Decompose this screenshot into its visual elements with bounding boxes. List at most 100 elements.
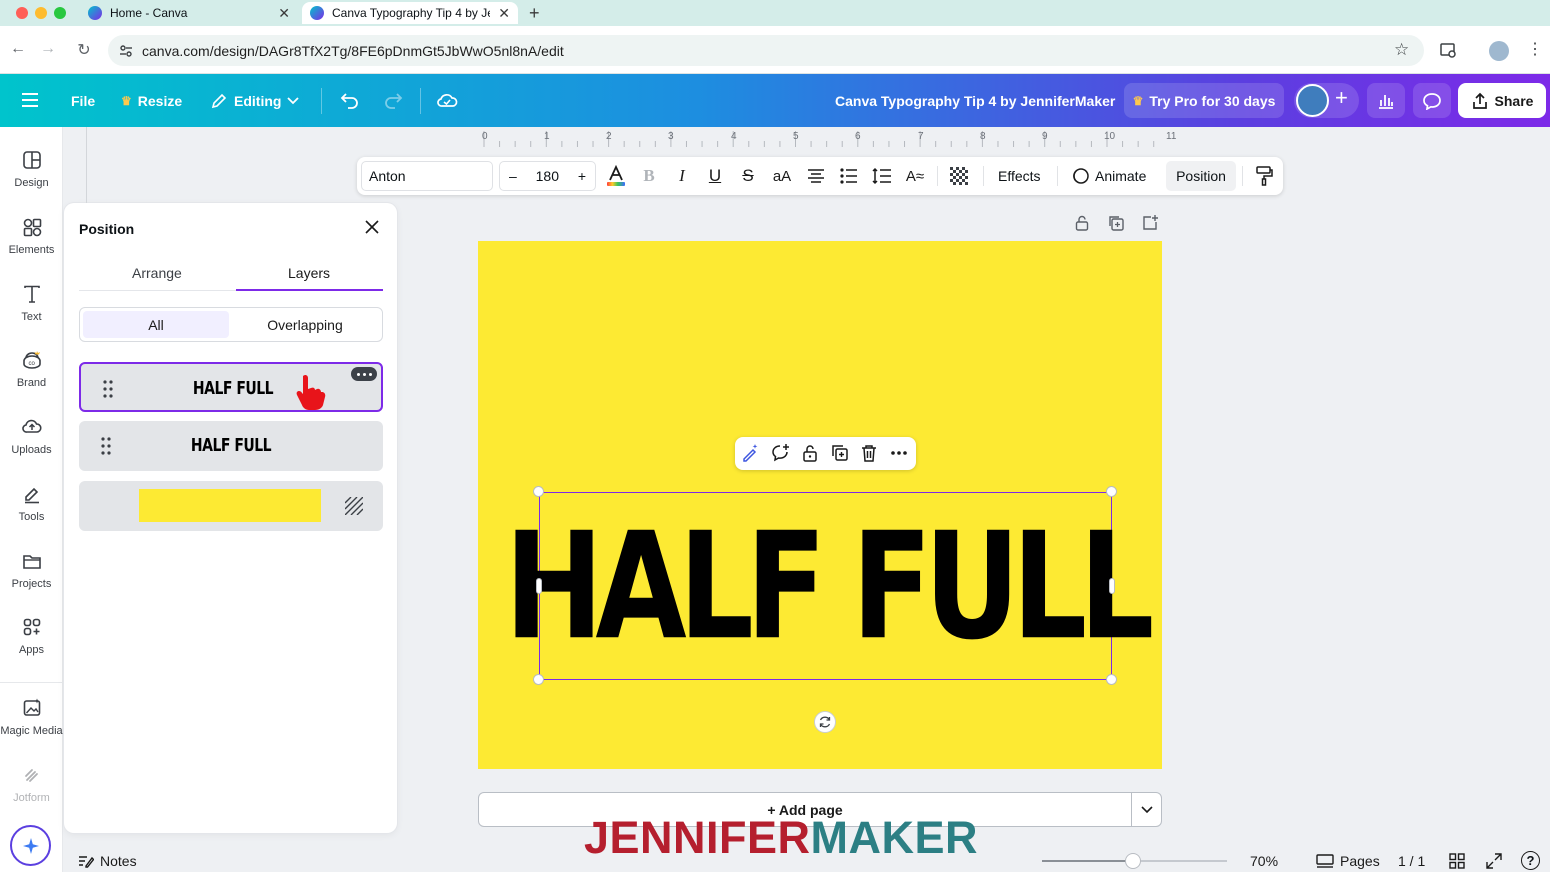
duplicate-icon[interactable]	[830, 443, 850, 463]
close-window-button[interactable]	[16, 7, 28, 19]
filter-all-button[interactable]: All	[83, 311, 229, 338]
bold-icon[interactable]: B	[638, 165, 660, 187]
add-comment-icon[interactable]	[770, 443, 790, 463]
profile-avatar[interactable]	[1489, 41, 1509, 61]
collaborators-group[interactable]: +	[1294, 83, 1359, 118]
zoom-level[interactable]: 70%	[1250, 853, 1278, 869]
selected-text-element[interactable]: HALF FULL	[505, 492, 1154, 680]
lock-page-icon[interactable]	[1073, 214, 1091, 232]
browser-tab-design[interactable]: Canva Typography Tip 4 by Je ✕	[302, 2, 518, 24]
rail-item-uploads[interactable]: Uploads	[0, 416, 63, 456]
grid-view-icon[interactable]	[1449, 853, 1465, 869]
layer-item[interactable]: HALF FULL	[79, 421, 383, 471]
rail-item-projects[interactable]: Projects	[0, 550, 63, 590]
resize-handle-left[interactable]	[536, 578, 542, 594]
more-options-icon[interactable]	[889, 443, 909, 463]
font-size-value[interactable]: 180	[536, 168, 559, 184]
resize-handle-top-left[interactable]	[533, 486, 544, 497]
share-button[interactable]: Share	[1458, 83, 1546, 118]
resize-handle-right[interactable]	[1109, 578, 1115, 594]
minimize-window-button[interactable]	[35, 7, 47, 19]
position-button[interactable]: Position	[1166, 161, 1236, 191]
font-size-increase-button[interactable]: +	[578, 168, 586, 184]
effects-button[interactable]: Effects	[998, 157, 1041, 195]
zoom-slider[interactable]	[1042, 853, 1227, 869]
rotate-handle[interactable]	[814, 711, 836, 733]
help-button[interactable]: ?	[1521, 851, 1540, 870]
list-icon[interactable]	[838, 165, 860, 187]
tab-search-icon[interactable]	[1440, 43, 1458, 59]
layer-item-selected[interactable]: HALF FULL	[79, 362, 383, 412]
comments-button[interactable]	[1413, 83, 1451, 118]
magic-edit-icon[interactable]	[740, 443, 760, 463]
url-bar[interactable]: canva.com/design/DAGr8TfX2Tg/8FE6pDnmGt5…	[108, 35, 1424, 66]
italic-icon[interactable]: I	[671, 165, 693, 187]
reload-icon[interactable]: ↻	[74, 40, 94, 60]
design-title[interactable]: Canva Typography Tip 4 by JenniferMaker	[835, 74, 1115, 127]
add-page-options-button[interactable]	[1131, 792, 1162, 827]
notes-button[interactable]: Notes	[78, 853, 137, 869]
tab-arrange[interactable]: Arrange	[132, 265, 182, 281]
rail-item-apps[interactable]: Apps	[0, 616, 63, 656]
trash-icon[interactable]	[859, 443, 879, 463]
headline-text[interactable]: HALF FULL	[505, 470, 1155, 703]
site-settings-icon[interactable]	[118, 43, 134, 59]
insights-button[interactable]	[1367, 83, 1405, 118]
pages-button[interactable]: Pages	[1316, 853, 1380, 869]
user-avatar[interactable]	[1296, 84, 1329, 117]
add-collaborator-icon[interactable]: +	[1335, 87, 1348, 109]
main-menu-icon[interactable]	[22, 93, 38, 107]
rail-item-magic-media[interactable]: Magic Media	[0, 697, 63, 737]
rail-item-tools[interactable]: Tools	[0, 483, 63, 523]
animate-button[interactable]: Animate	[1071, 157, 1146, 195]
layer-item-background[interactable]	[79, 481, 383, 531]
layer-more-options-icon[interactable]	[351, 367, 377, 381]
file-menu-button[interactable]: File	[71, 74, 95, 127]
redo-icon[interactable]	[383, 91, 403, 109]
browser-menu-icon[interactable]: ⋮	[1527, 39, 1543, 59]
copy-style-icon[interactable]	[1253, 165, 1275, 187]
underline-icon[interactable]: U	[704, 165, 726, 187]
resize-handle-bottom-left[interactable]	[533, 674, 544, 685]
text-styles-icon[interactable]: A≈	[904, 165, 926, 187]
rail-item-elements[interactable]: Elements	[0, 216, 63, 256]
rail-item-text[interactable]: Text	[0, 283, 63, 323]
new-tab-button[interactable]: +	[529, 3, 540, 24]
try-pro-button[interactable]: ♛ Try Pro for 30 days	[1124, 83, 1284, 118]
transparency-icon[interactable]	[948, 165, 970, 187]
resize-button[interactable]: ♛ Resize	[121, 74, 182, 127]
close-tab-icon[interactable]: ✕	[498, 5, 510, 22]
back-icon[interactable]: ←	[8, 40, 28, 58]
rail-item-design[interactable]: Design	[0, 149, 63, 189]
tab-layers[interactable]: Layers	[288, 265, 330, 281]
add-page-icon[interactable]	[1141, 214, 1159, 232]
editing-mode-button[interactable]: Editing	[210, 74, 300, 127]
font-family-dropdown[interactable]: Anton	[361, 161, 493, 191]
text-color-button[interactable]	[605, 165, 627, 187]
bookmark-star-icon[interactable]: ☆	[1394, 40, 1409, 60]
rail-item-jotform[interactable]: Jotform	[0, 764, 63, 804]
rail-item-brand[interactable]: co Brand	[0, 349, 63, 389]
lock-icon[interactable]	[800, 443, 820, 463]
align-center-icon[interactable]	[805, 165, 827, 187]
zoom-slider-knob[interactable]	[1124, 853, 1141, 869]
undo-icon[interactable]	[340, 91, 360, 109]
letter-case-icon[interactable]: aA	[771, 165, 793, 187]
drag-handle-icon[interactable]	[103, 380, 113, 398]
close-icon[interactable]	[364, 219, 380, 235]
maximize-window-button[interactable]	[54, 7, 66, 19]
resize-handle-top-right[interactable]	[1106, 486, 1117, 497]
close-tab-icon[interactable]: ✕	[278, 5, 290, 22]
forward-icon[interactable]: →	[38, 40, 58, 58]
fullscreen-icon[interactable]	[1486, 853, 1502, 869]
duplicate-page-icon[interactable]	[1107, 214, 1125, 232]
magic-assistant-button[interactable]	[10, 825, 51, 866]
spacing-icon[interactable]	[871, 165, 893, 187]
cloud-saved-icon[interactable]	[436, 91, 458, 109]
font-size-decrease-button[interactable]: –	[509, 168, 517, 184]
filter-overlapping-button[interactable]: Overlapping	[232, 311, 378, 338]
drag-handle-icon[interactable]	[101, 437, 111, 455]
browser-tab-home[interactable]: Home - Canva ✕	[80, 2, 298, 24]
strikethrough-icon[interactable]: S	[737, 165, 759, 187]
resize-handle-bottom-right[interactable]	[1106, 674, 1117, 685]
